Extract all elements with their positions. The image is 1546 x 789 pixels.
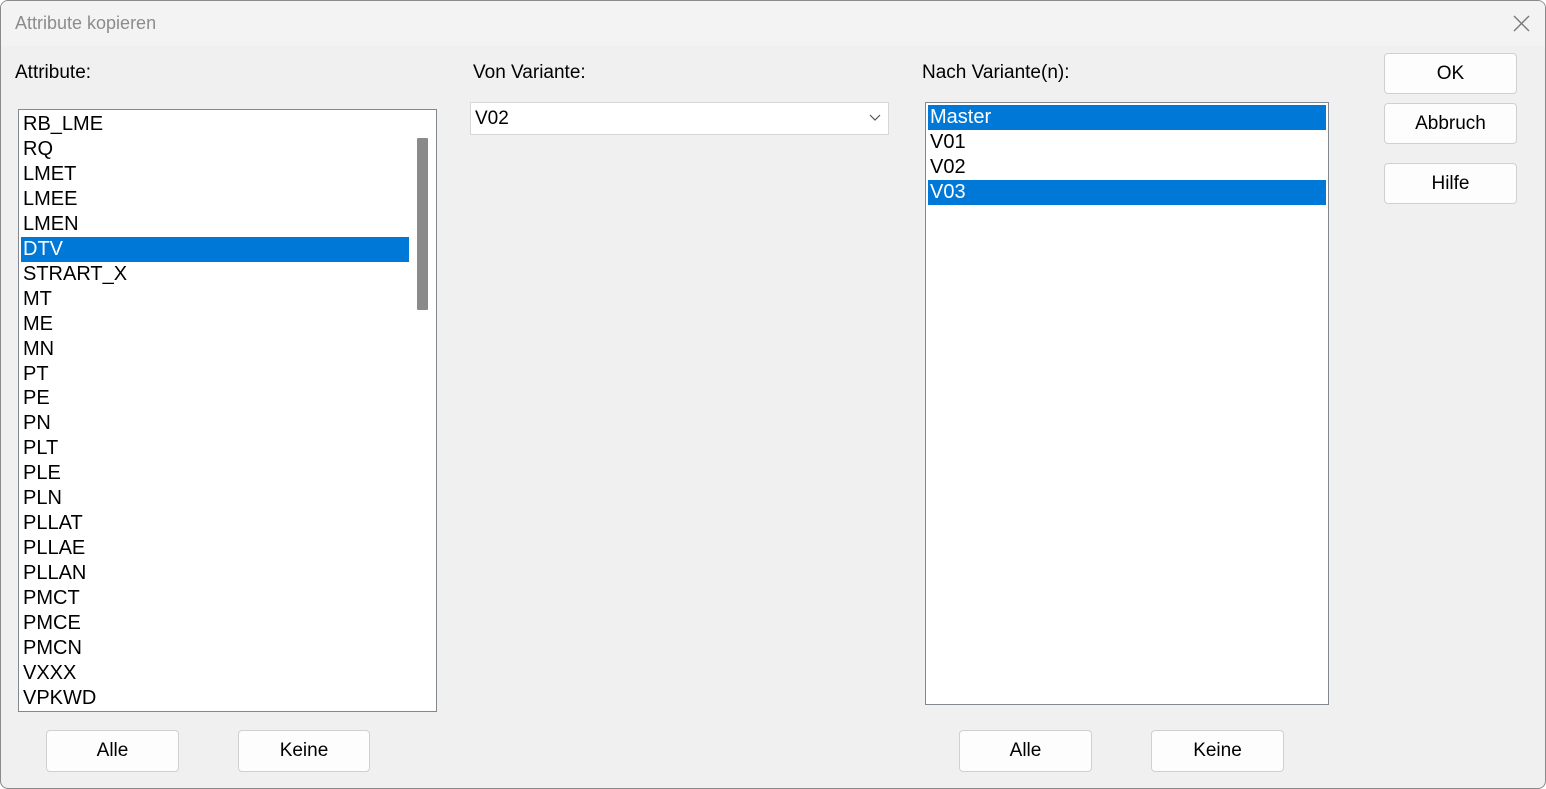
close-icon: [1513, 15, 1530, 32]
list-item[interactable]: VPKWD: [21, 686, 409, 711]
source-variant-value: V02: [475, 108, 509, 129]
attributes-label: Attribute:: [15, 62, 92, 83]
list-item[interactable]: RQ: [21, 137, 409, 162]
chevron-down-icon: [869, 114, 881, 121]
targets-select-none-button[interactable]: Keine: [1151, 730, 1284, 772]
title-bar[interactable]: Attribute kopieren: [1, 1, 1545, 46]
list-item[interactable]: V01: [928, 130, 1326, 155]
list-item[interactable]: PT: [21, 362, 409, 387]
list-item[interactable]: PMCN: [21, 636, 409, 661]
list-item-selected[interactable]: V03: [928, 180, 1326, 205]
list-item[interactable]: PMCT: [21, 586, 409, 611]
list-item[interactable]: LMEN: [21, 212, 409, 237]
list-item-selected[interactable]: DTV: [21, 236, 409, 262]
list-item[interactable]: PN: [21, 411, 409, 436]
attributes-listbox[interactable]: RB_LME RQ LMET LMEE LMEN DTV STRART_X MT ME MN PT P…: [18, 109, 437, 712]
attributes-scrollbar[interactable]: [410, 111, 435, 710]
list-item[interactable]: LMET: [21, 162, 409, 187]
cancel-button[interactable]: Abbruch: [1384, 103, 1517, 144]
list-item[interactable]: PLLAN: [21, 561, 409, 586]
list-item[interactable]: VXXX: [21, 661, 409, 686]
list-item[interactable]: MN: [21, 337, 409, 362]
attributes-select-none-button[interactable]: Keine: [238, 730, 370, 772]
target-variants-label: Nach Variante(n):: [922, 62, 1070, 83]
list-item[interactable]: ME: [21, 312, 409, 337]
attribute-copy-dialog: Attribute kopieren Attribute: RB_LME RQ LM…: [0, 0, 1546, 789]
source-variant-label: Von Variante:: [473, 62, 586, 83]
list-item[interactable]: PLE: [21, 461, 409, 486]
help-button[interactable]: Hilfe: [1384, 163, 1517, 204]
list-item[interactable]: PLT: [21, 436, 409, 461]
list-item[interactable]: PLN: [21, 486, 409, 511]
close-button[interactable]: [1497, 1, 1545, 46]
list-item[interactable]: LMEE: [21, 187, 409, 212]
list-item[interactable]: PLLAE: [21, 536, 409, 561]
list-item[interactable]: RB_LME: [21, 112, 409, 137]
window-title: Attribute kopieren: [15, 13, 157, 33]
targets-select-all-button[interactable]: Alle: [959, 730, 1092, 772]
list-item[interactable]: V02: [928, 155, 1326, 180]
ok-button[interactable]: OK: [1384, 53, 1517, 94]
list-item-selected[interactable]: Master: [928, 105, 1326, 130]
list-item[interactable]: MT: [21, 287, 409, 312]
source-variant-dropdown[interactable]: V02: [470, 102, 889, 135]
list-item[interactable]: PLLAT: [21, 511, 409, 536]
list-item[interactable]: PMCE: [21, 611, 409, 636]
attributes-select-all-button[interactable]: Alle: [46, 730, 179, 772]
scrollbar-thumb[interactable]: [417, 138, 428, 310]
list-item[interactable]: STRART_X: [21, 262, 409, 287]
target-variants-listbox[interactable]: Master V01 V02 V03: [925, 102, 1329, 705]
list-item[interactable]: PE: [21, 386, 409, 411]
